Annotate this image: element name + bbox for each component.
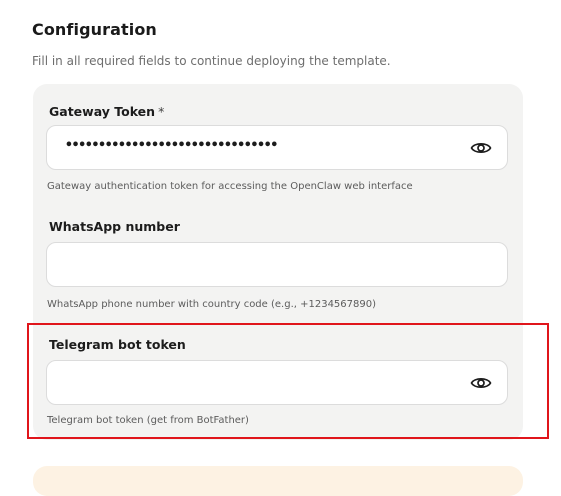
gateway-token-label-text: Gateway Token xyxy=(49,104,156,119)
eye-icon xyxy=(470,143,492,153)
section-title: Configuration xyxy=(32,20,157,39)
highlight-box xyxy=(27,323,549,439)
gateway-token-value: •••••••••••••••••••••••••••••••• xyxy=(65,138,278,153)
gateway-token-input[interactable]: •••••••••••••••••••••••••••••••• xyxy=(46,125,508,170)
required-asterisk: * xyxy=(158,104,165,119)
gateway-token-helper: Gateway authentication token for accessi… xyxy=(47,181,413,192)
gateway-token-label: Gateway Token * xyxy=(49,104,164,119)
whatsapp-number-field: WhatsApp number WhatsApp phone number wi… xyxy=(46,219,509,314)
whatsapp-number-label: WhatsApp number xyxy=(49,219,180,234)
whatsapp-number-helper: WhatsApp phone number with country code … xyxy=(47,299,377,310)
gateway-token-field: Gateway Token * •••••••••••••••••••••••••… xyxy=(46,104,509,194)
section-subtitle: Fill in all required fields to continue … xyxy=(32,54,391,68)
whatsapp-number-input[interactable] xyxy=(46,242,508,287)
next-section-card xyxy=(33,466,523,496)
gateway-token-visibility-toggle[interactable] xyxy=(469,138,493,158)
